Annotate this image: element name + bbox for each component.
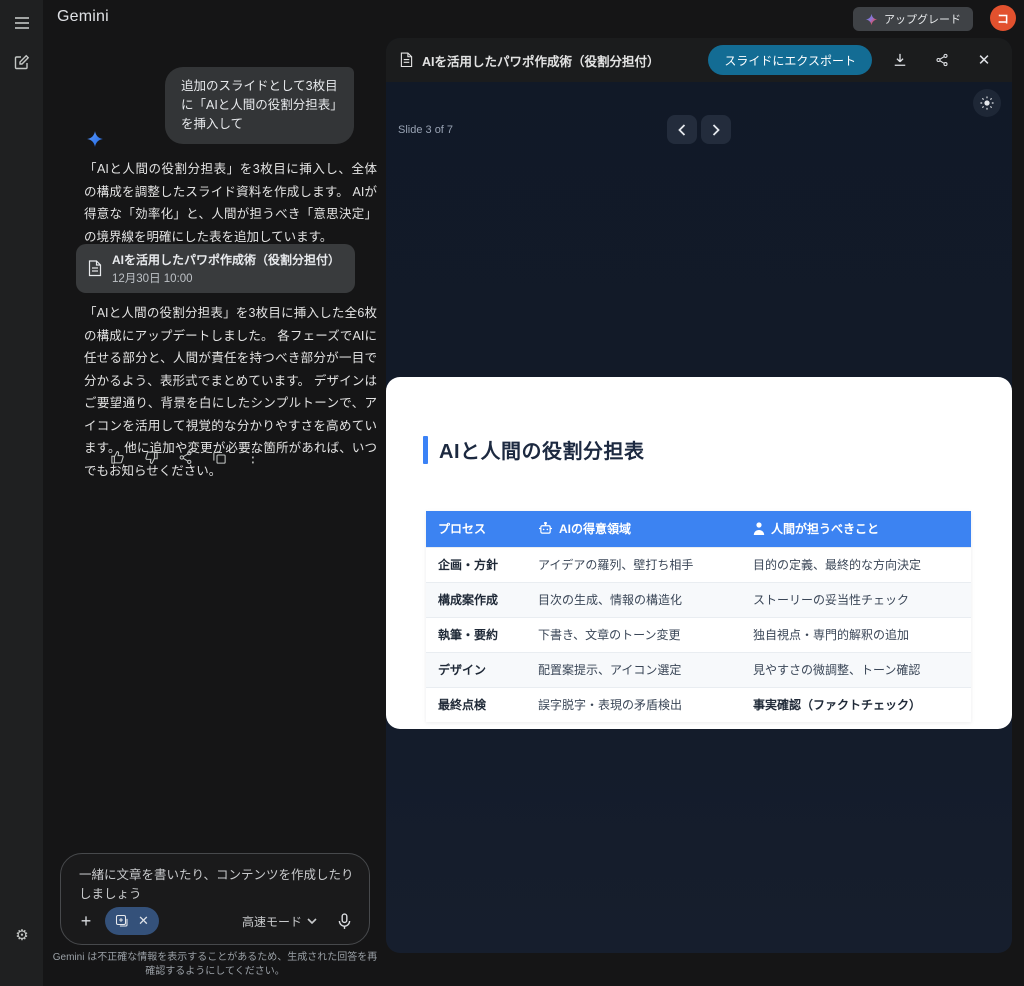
slide-title-block: AIと人間の役割分担表: [423, 435, 645, 464]
gemini-sparkle-icon: [865, 13, 878, 26]
user-message-bubble: 追加のスライドとして3枚目に「AIと人間の役割分担表」を挿入して: [165, 67, 354, 144]
add-attachment-button[interactable]: +: [73, 908, 99, 934]
composer-placeholder: 一緒に文章を書いたり、コンテンツを作成したりしましょう: [79, 868, 354, 901]
microphone-button[interactable]: [331, 908, 357, 934]
canvas-doc-title: AIを活用したパワポ作成術（役割分担付）: [422, 54, 660, 69]
table-cell: デザイン: [426, 651, 526, 687]
composer-toolbar: + ✕ 高速モード: [73, 906, 357, 936]
table-cell: 目次の生成、情報の構造化: [526, 581, 741, 617]
download-button[interactable]: [886, 46, 914, 74]
table-row: 最終点検 誤字脱字・表現の矛盾検出 事実確認（ファクトチェック）: [426, 686, 971, 722]
download-icon: [893, 53, 907, 67]
table-cell: アイデアの羅列、壁打ち相手: [526, 546, 741, 582]
chevron-right-icon: [712, 123, 720, 136]
settings-button[interactable]: ⚙: [9, 922, 35, 948]
table-cell: 配置案提示、アイコン選定: [526, 651, 741, 687]
more-options-button[interactable]: ⋮: [240, 444, 266, 470]
header-ai: AIの得意領域: [526, 511, 741, 547]
plus-icon: +: [80, 910, 92, 931]
thumbs-up-button[interactable]: [104, 444, 130, 470]
prompt-composer[interactable]: 一緒に文章を書いたり、コンテンツを作成したりしましょう + ✕ 高速モード: [60, 853, 370, 945]
microphone-icon: [338, 912, 351, 930]
table-cell: 企画・方針: [426, 546, 526, 582]
share-response-button[interactable]: [172, 444, 198, 470]
document-icon: [400, 52, 413, 68]
export-label: スライドにエクスポート: [724, 53, 856, 68]
table-cell: 下書き、文章のトーン変更: [526, 616, 741, 652]
role-division-table: プロセス AIの得意領域 人間が担うべきこと 企画・方針 アイデアの羅列、壁打ち…: [426, 511, 971, 722]
brightness-toggle-button[interactable]: [973, 89, 1001, 117]
table-cell: 執筆・要約: [426, 616, 526, 652]
table-cell: 目的の定義、最終的な方向決定: [741, 546, 971, 582]
table-row: デザイン 配置案提示、アイコン選定 見やすさの微調整、トーン確認: [426, 651, 971, 687]
export-to-slides-button[interactable]: スライドにエクスポート: [708, 45, 872, 75]
avatar-letter: コ: [996, 11, 1009, 26]
canvas-mode-chip[interactable]: ✕: [105, 907, 159, 935]
attachment-card[interactable]: AIを活用したパワポ作成術（役割分担付） 12月30日 10:00: [76, 244, 355, 293]
slide-preview[interactable]: AIと人間の役割分担表 プロセス AIの得意領域 人間が担うべきこと 企画・方針…: [386, 377, 1012, 729]
close-canvas-button[interactable]: ✕: [970, 46, 998, 74]
more-vert-icon: ⋮: [245, 449, 261, 466]
thumbs-down-icon: [144, 450, 159, 465]
upgrade-label: アップグレード: [884, 14, 961, 26]
table-cell: 最終点検: [426, 686, 526, 722]
mode-label: 高速モード: [241, 914, 302, 929]
previous-slide-button[interactable]: [667, 115, 697, 144]
canvas-header: AIを活用したパワポ作成術（役割分担付） スライドにエクスポート ✕: [386, 38, 1012, 82]
app-title: Gemini: [57, 8, 109, 25]
header-process: プロセス: [426, 511, 526, 547]
title-accent-bar: [423, 435, 428, 464]
attachment-texts: AIを活用したパワポ作成術（役割分担付） 12月30日 10:00: [112, 251, 340, 286]
person-icon: [753, 522, 765, 536]
attachment-title: AIを活用したパワポ作成術（役割分担付）: [112, 253, 341, 267]
slide-title: AIと人間の役割分担表: [439, 441, 645, 463]
chip-close-icon[interactable]: ✕: [138, 913, 149, 929]
canvas-icon: [115, 914, 130, 929]
copy-button[interactable]: [206, 444, 232, 470]
response-intro: 「AIと人間の役割分担表」を3枚目に挿入し、全体の構成を調整したスライド資料を作…: [84, 162, 377, 244]
menu-button[interactable]: [9, 10, 35, 36]
sun-icon: [980, 96, 994, 110]
disclaimer-text: Gemini は不正確な情報を表示することがあるため、生成された回答を再確認する…: [52, 952, 378, 977]
canvas-panel: AIを活用したパワポ作成術（役割分担付） スライドにエクスポート ✕ Slide…: [386, 38, 1012, 953]
attachment-timestamp: 12月30日 10:00: [112, 273, 193, 285]
chevron-down-icon: [307, 918, 317, 924]
copy-icon: [212, 450, 227, 465]
compose-icon: [14, 54, 30, 70]
slide-navigation: [386, 115, 1012, 144]
close-icon: ✕: [977, 52, 991, 69]
table-cell: 構成案作成: [426, 581, 526, 617]
table-cell: 独自視点・専門的解釈の追加: [741, 616, 971, 652]
table-row: 企画・方針 アイデアの羅列、壁打ち相手 目的の定義、最終的な方向決定: [426, 546, 971, 582]
model-sparkle-icon: [86, 130, 104, 148]
upgrade-button[interactable]: アップグレード: [853, 7, 973, 31]
header-human: 人間が担うべきこと: [741, 511, 971, 547]
robot-icon: [538, 522, 553, 535]
share-icon: [178, 450, 193, 465]
thumbs-down-button[interactable]: [138, 444, 164, 470]
chevron-left-icon: [678, 123, 686, 136]
table-body: 企画・方針 アイデアの羅列、壁打ち相手 目的の定義、最終的な方向決定 構成案作成 目次の…: [426, 546, 971, 722]
next-slide-button[interactable]: [701, 115, 731, 144]
share-icon: [935, 53, 949, 67]
side-rail: ⚙: [0, 0, 43, 986]
document-icon: [88, 260, 102, 277]
response-actions: ⋮: [104, 444, 266, 470]
avatar[interactable]: コ: [990, 5, 1016, 31]
share-canvas-button[interactable]: [928, 46, 956, 74]
table-cell: 事実確認（ファクトチェック）: [741, 686, 971, 722]
table-row: 執筆・要約 下書き、文章のトーン変更 独自視点・専門的解釈の追加: [426, 616, 971, 652]
gear-icon: ⚙: [15, 926, 29, 944]
new-chat-button[interactable]: [9, 49, 35, 75]
table-cell: 見やすさの微調整、トーン確認: [741, 651, 971, 687]
table-cell: 誤字脱字・表現の矛盾検出: [526, 686, 741, 722]
mode-selector[interactable]: 高速モード: [242, 913, 317, 930]
hamburger-icon: [14, 16, 30, 30]
table-header-row: プロセス AIの得意領域 人間が担うべきこと: [426, 511, 971, 547]
thumbs-up-icon: [110, 450, 125, 465]
table-row: 構成案作成 目次の生成、情報の構造化 ストーリーの妥当性チェック: [426, 581, 971, 617]
table-cell: ストーリーの妥当性チェック: [741, 581, 971, 617]
